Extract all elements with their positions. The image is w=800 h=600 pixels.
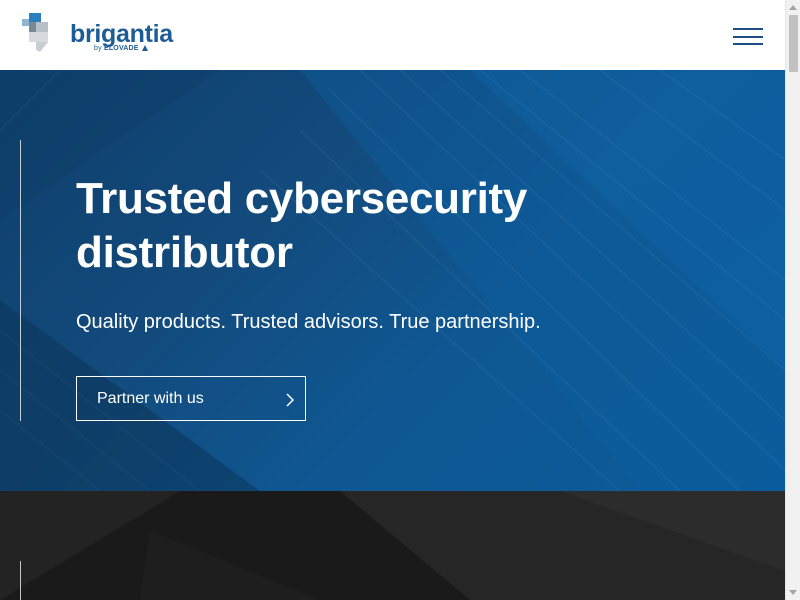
hero-title: Trusted cybersecurity distributor	[76, 174, 528, 277]
logo-byline: by ELOVADE	[94, 45, 148, 52]
hamburger-bar	[733, 43, 763, 45]
scrollbar-thumb[interactable]	[789, 15, 798, 72]
hamburger-menu-icon[interactable]	[733, 28, 765, 48]
next-section-divider	[20, 561, 21, 600]
site-header: brigantia by ELOVADE	[0, 0, 785, 70]
vertical-scrollbar[interactable]	[785, 0, 800, 600]
brigantia-logo-mark-icon	[22, 13, 48, 52]
next-section-background-pattern	[0, 491, 785, 600]
brigantia-logo[interactable]: brigantia by ELOVADE	[20, 10, 173, 54]
hero-background-pattern	[0, 70, 785, 491]
logo-wordmark: brigantia	[70, 20, 173, 48]
hamburger-bar	[733, 36, 763, 38]
partner-with-us-button[interactable]: Partner with us	[76, 376, 306, 421]
logo-byline-prefix: by	[94, 45, 102, 52]
logo-byline-brand: ELOVADE	[103, 45, 139, 52]
next-section	[0, 491, 785, 600]
partner-with-us-label: Partner with us	[97, 390, 204, 407]
hero-section: Trusted cybersecurity distributor Qualit…	[0, 70, 785, 491]
hamburger-bar	[733, 28, 763, 30]
elovade-triangle-icon	[141, 45, 148, 51]
hero-subtitle: Quality products. Trusted advisors. True…	[76, 311, 541, 333]
hero-divider	[20, 140, 21, 421]
page: brigantia by ELOVADE Trusted cybersecuri…	[0, 0, 785, 600]
scroll-down-arrow-icon[interactable]	[789, 590, 797, 595]
scroll-up-arrow-icon[interactable]	[789, 5, 797, 10]
chevron-right-icon	[286, 393, 295, 407]
